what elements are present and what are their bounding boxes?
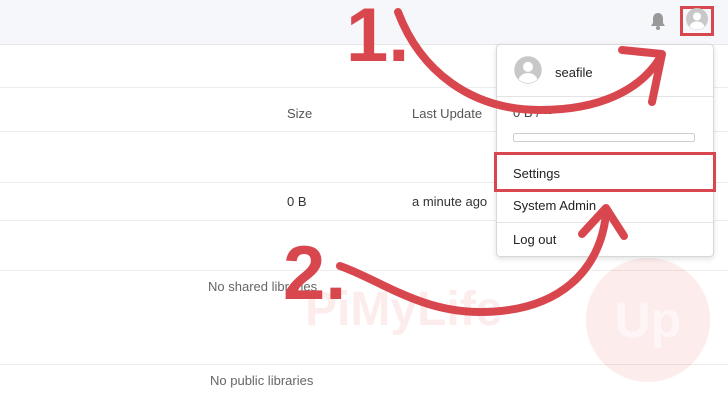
annotation-step1: 1. <box>346 0 410 78</box>
empty-public-message: No public libraries <box>210 373 314 388</box>
watermark-badge: Up <box>586 258 710 382</box>
menu-item-log-out[interactable]: Log out <box>513 232 556 247</box>
divider <box>497 96 713 97</box>
user-avatar-button[interactable] <box>680 6 714 36</box>
dropdown-user-info: seafile <box>513 55 593 90</box>
user-dropdown-menu: seafile 0 B / -- Settings System Admin L… <box>496 44 714 257</box>
bell-icon[interactable] <box>649 11 667 31</box>
quota-progress-bar <box>513 133 695 142</box>
column-header-last-update[interactable]: Last Update <box>412 106 482 121</box>
watermark-badge-text: Up <box>614 292 682 348</box>
user-avatar-icon <box>513 55 543 90</box>
quota-text: 0 B / -- <box>513 105 553 120</box>
library-size: 0 B <box>287 194 307 209</box>
settings-highlight-box <box>494 152 716 192</box>
menu-item-system-admin[interactable]: System Admin <box>513 198 596 213</box>
annotation-step2: 2. <box>283 231 347 316</box>
library-last-update: a minute ago <box>412 194 488 209</box>
user-avatar-icon <box>685 7 709 36</box>
dropdown-username: seafile <box>555 65 593 80</box>
column-header-size[interactable]: Size <box>287 106 312 121</box>
divider <box>497 222 713 223</box>
